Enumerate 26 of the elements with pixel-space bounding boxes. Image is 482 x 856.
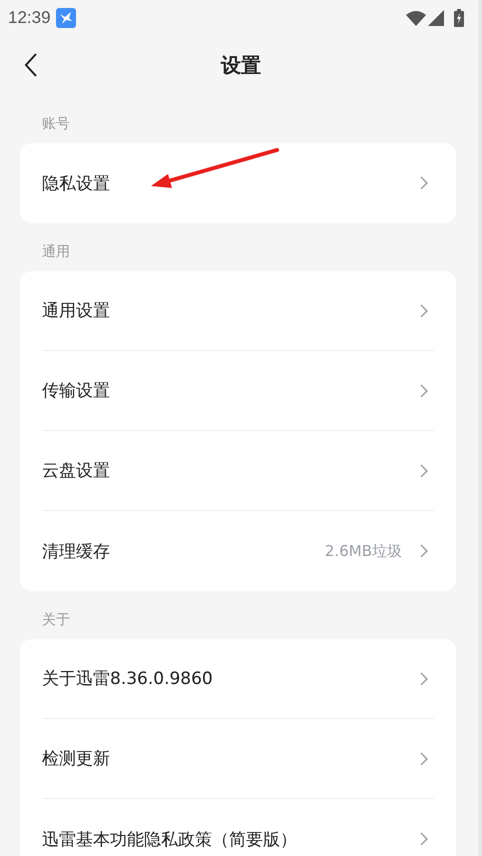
chevron-icon (420, 832, 428, 846)
settings-row[interactable]: 隐私设置 (42, 143, 434, 223)
chevron-icon (420, 384, 428, 398)
chevron-icon (420, 672, 428, 686)
page-title: 设置 (221, 52, 261, 78)
section-label: 账号 (41, 115, 70, 134)
section-label: 关于 (41, 611, 70, 630)
settings-row[interactable]: 检测更新 (42, 719, 434, 799)
settings-row[interactable]: 云盘设置 (42, 431, 434, 511)
settings-row[interactable]: 清理缓存 2.6MB垃圾 (42, 511, 434, 591)
battery-icon (454, 8, 464, 26)
settings-row[interactable]: 迅雷基本功能隐私政策（简要版） (42, 799, 434, 856)
chevron-icon (420, 176, 428, 190)
chevron-icon (420, 464, 428, 478)
section-label: 通用 (41, 243, 70, 262)
settings-row[interactable]: 传输设置 (42, 351, 434, 431)
cache-size: 2.6MB垃圾 (324, 542, 402, 560)
chevron-icon (420, 752, 428, 766)
chevron-icon (420, 544, 428, 558)
wifi-icon (406, 10, 426, 26)
settings-row[interactable]: 通用设置 (42, 271, 434, 351)
chevron-icon (420, 304, 428, 318)
signal-icon (428, 10, 444, 26)
status-time: 12:39 (8, 8, 51, 28)
app-icon (56, 8, 76, 28)
settings-row[interactable]: 关于迅雷8.36.0.9860 (42, 639, 434, 719)
